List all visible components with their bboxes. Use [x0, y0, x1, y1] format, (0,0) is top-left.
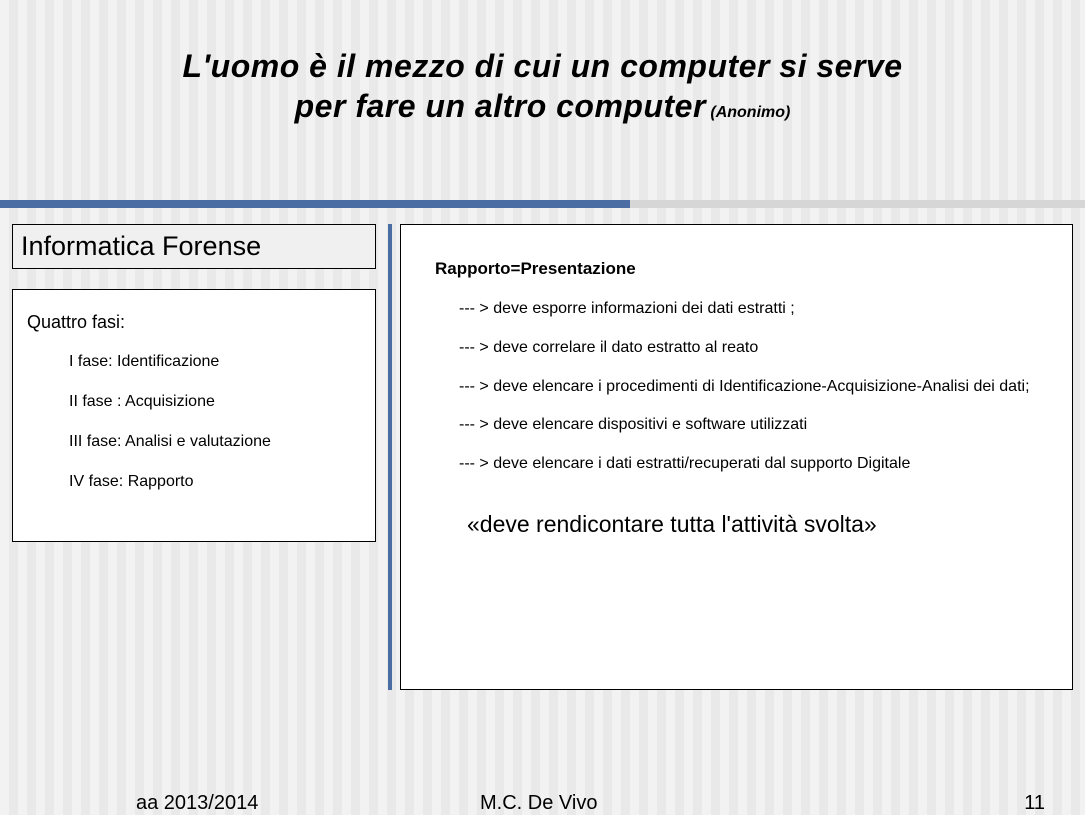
phase-item: II fase : Acquisizione: [69, 393, 361, 411]
phases-list: I fase: Identificazione II fase : Acquis…: [27, 353, 361, 491]
rapporto-item: --- > deve esporre informazioni dei dati…: [435, 299, 1042, 320]
rapporto-quote: «deve rendicontare tutta l'attività svol…: [435, 511, 1042, 538]
slide-title: L'uomo è il mezzo di cui un computer si …: [0, 0, 1085, 126]
vertical-divider: [388, 224, 392, 690]
title-line-2: per fare un altro computer: [295, 88, 706, 124]
phase-item: IV fase: Rapporto: [69, 473, 361, 491]
rapporto-item: --- > deve elencare i procedimenti di Id…: [435, 377, 1042, 398]
phase-item: I fase: Identificazione: [69, 353, 361, 371]
title-line-1: L'uomo è il mezzo di cui un computer si …: [0, 46, 1085, 86]
phases-title: Quattro fasi:: [27, 312, 361, 333]
divider-accent: [0, 200, 630, 208]
rapporto-item: --- > deve elencare i dati estratti/recu…: [435, 454, 1042, 475]
rapporto-item: --- > deve elencare dispositivi e softwa…: [435, 415, 1042, 436]
phases-box: Quattro fasi: I fase: Identificazione II…: [12, 289, 376, 542]
title-author: (Anonimo): [710, 104, 790, 121]
rapporto-list: --- > deve esporre informazioni dei dati…: [435, 299, 1042, 475]
phase-item: III fase: Analisi e valutazione: [69, 433, 361, 451]
footer-page-number: 11: [1024, 792, 1045, 815]
left-column: Informatica Forense Quattro fasi: I fase…: [12, 224, 376, 542]
right-column: Rapporto=Presentazione --- > deve esporr…: [400, 224, 1073, 690]
horizontal-divider: [0, 200, 1085, 208]
footer-year: aa 2013/2014: [136, 792, 258, 815]
rapporto-heading: Rapporto=Presentazione: [435, 259, 1042, 279]
section-header: Informatica Forense: [12, 224, 376, 269]
footer-author: M.C. De Vivo: [480, 792, 597, 815]
rapporto-item: --- > deve correlare il dato estratto al…: [435, 338, 1042, 359]
